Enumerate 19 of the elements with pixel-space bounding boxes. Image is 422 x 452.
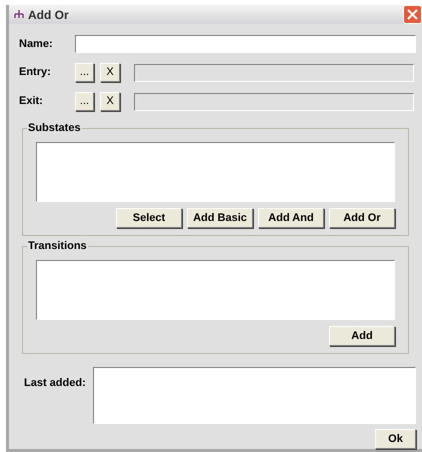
name-input[interactable]: [75, 35, 416, 53]
action-button[interactable]: Add Basic: [187, 208, 253, 228]
close-icon: [407, 9, 418, 20]
ok-button[interactable]: Ok: [375, 429, 416, 449]
clear-button[interactable]: X: [100, 63, 120, 82]
field-label: Last added:: [24, 376, 87, 391]
action-button[interactable]: Select: [116, 208, 182, 228]
clear-button[interactable]: X: [100, 92, 120, 111]
window-title: Add Or: [28, 6, 69, 24]
action-button[interactable]: Add Or: [329, 208, 395, 228]
field-label: Exit:: [19, 94, 44, 110]
browse-button[interactable]: ...: [75, 92, 94, 111]
browse-button[interactable]: ...: [75, 63, 94, 82]
action-button[interactable]: Add: [329, 326, 395, 346]
action-button[interactable]: Add And: [258, 208, 324, 228]
field-label: Name:: [19, 36, 54, 52]
close-button[interactable]: [403, 5, 422, 24]
hierarchy-icon: [14, 10, 24, 19]
field-label: Entry:: [19, 65, 52, 80]
